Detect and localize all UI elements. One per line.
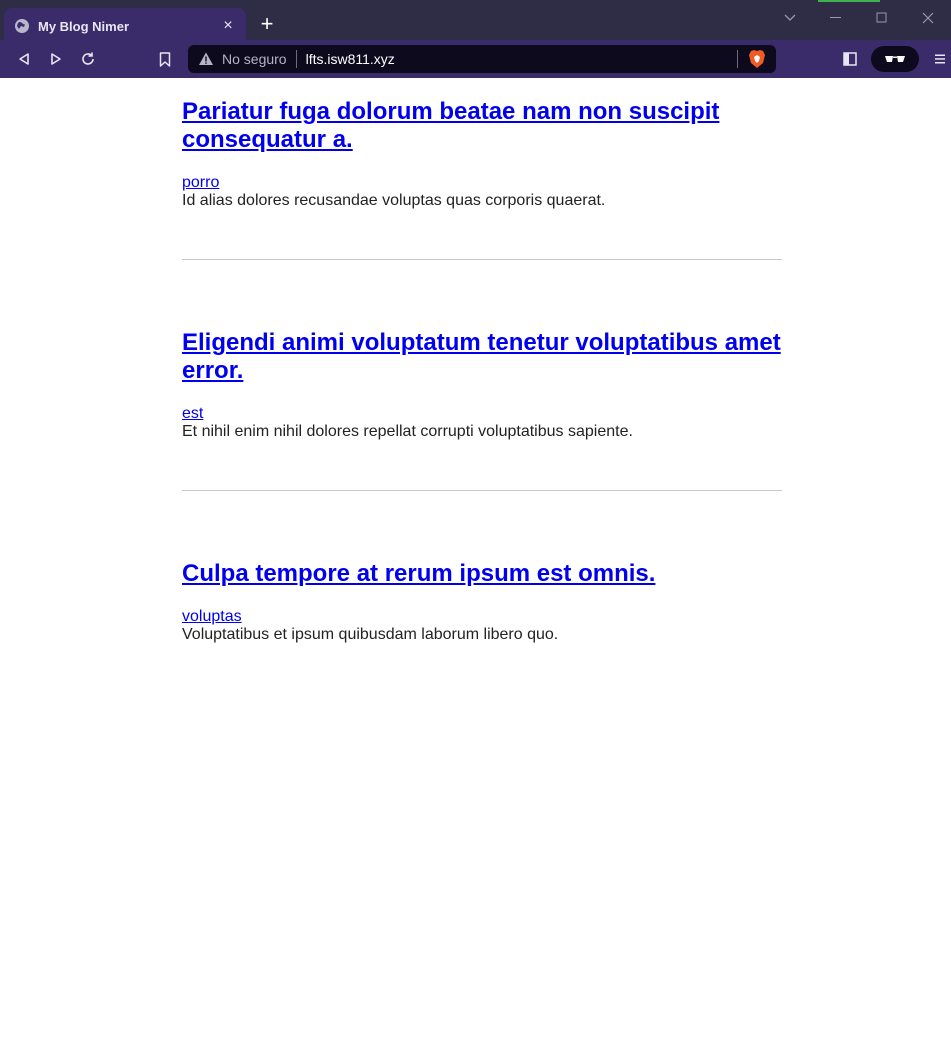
address-bar[interactable]: No seguro lfts.isw811.xyz — [188, 45, 776, 73]
tab-close-icon[interactable]: × — [220, 17, 236, 35]
tab-title: My Blog Nimer — [38, 18, 130, 34]
post-title-link[interactable]: Eligendi animi voluptatum tenetur volupt… — [182, 329, 782, 385]
minimize-icon[interactable] — [813, 4, 859, 32]
post-title-link[interactable]: Pariatur fuga dolorum beatae nam non sus… — [182, 98, 782, 154]
close-window-icon[interactable] — [905, 4, 951, 32]
page-viewport: Pariatur fuga dolorum beatae nam non sus… — [0, 78, 951, 1041]
post-item: Pariatur fuga dolorum beatae nam non sus… — [182, 98, 782, 210]
brave-shields-icon[interactable] — [748, 49, 766, 69]
private-glasses-icon[interactable] — [871, 46, 919, 72]
url-text[interactable]: lfts.isw811.xyz — [306, 51, 737, 67]
browser-tab[interactable]: My Blog Nimer × — [4, 8, 246, 44]
accent-bar — [818, 0, 880, 2]
post-excerpt: Id alias dolores recusandae voluptas qua… — [182, 192, 606, 209]
maximize-icon[interactable] — [859, 4, 905, 32]
reload-icon[interactable] — [77, 48, 99, 70]
forward-icon[interactable] — [45, 48, 67, 70]
menu-icon[interactable] — [929, 48, 951, 70]
post-category-link[interactable]: est — [182, 405, 203, 423]
url-separator — [295, 50, 297, 68]
bookmark-icon[interactable] — [154, 48, 176, 70]
post-excerpt: Voluptatibus et ipsum quibusdam laborum … — [182, 626, 559, 643]
tab-strip: My Blog Nimer × + — [0, 0, 951, 44]
not-secure-label[interactable]: No seguro — [222, 51, 287, 67]
back-icon[interactable] — [13, 48, 35, 70]
post-item: Culpa tempore at rerum ipsum est omnis. … — [182, 560, 782, 644]
url-separator — [737, 50, 738, 68]
post-category-link[interactable]: voluptas — [182, 608, 242, 626]
globe-icon — [14, 18, 30, 34]
post-excerpt: Et nihil enim nihil dolores repellat cor… — [182, 423, 633, 440]
tab-search-icon[interactable] — [767, 4, 813, 32]
post-list: Pariatur fuga dolorum beatae nam non sus… — [182, 78, 782, 644]
post-title-link[interactable]: Culpa tempore at rerum ipsum est omnis. — [182, 560, 782, 588]
browser-toolbar: No seguro lfts.isw811.xyz — [0, 40, 951, 78]
post-category-link[interactable]: porro — [182, 174, 219, 192]
sidebar-toggle-icon[interactable] — [839, 48, 861, 70]
warning-icon[interactable] — [198, 51, 214, 67]
window-controls — [767, 4, 951, 32]
new-tab-button[interactable]: + — [256, 13, 278, 36]
post-item: Eligendi animi voluptatum tenetur volupt… — [182, 329, 782, 441]
